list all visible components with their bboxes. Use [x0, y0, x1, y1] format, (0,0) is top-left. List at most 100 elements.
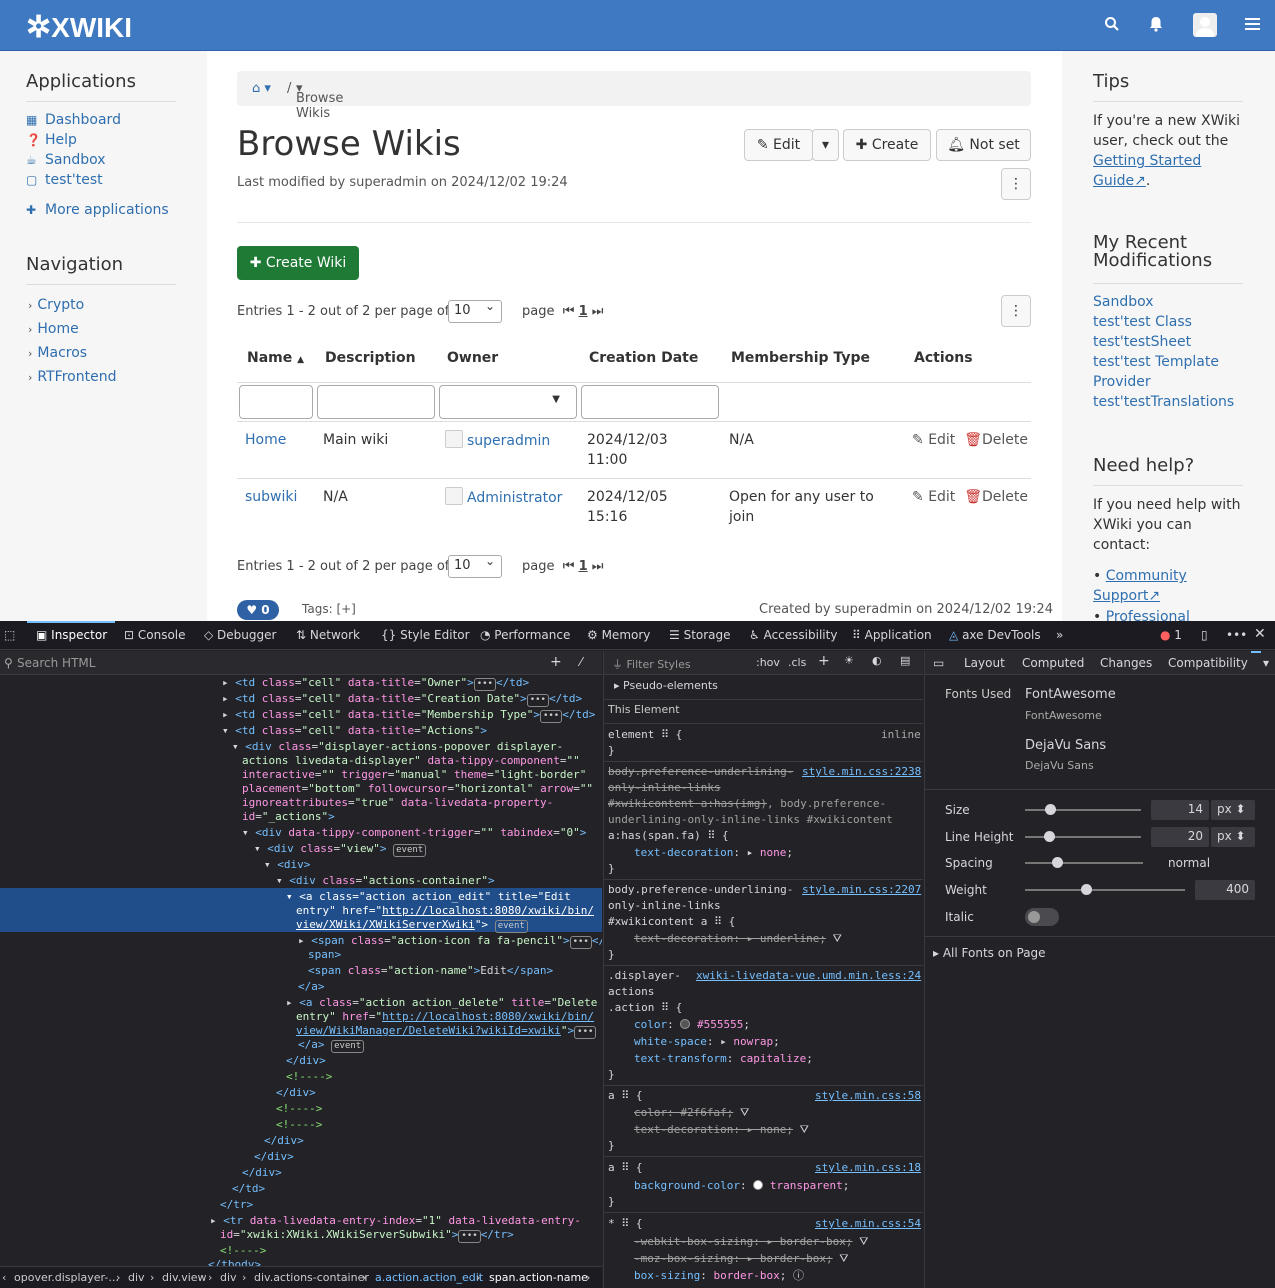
nav-item-crypto[interactable]: › Crypto	[28, 297, 84, 313]
filter-name-input[interactable]	[239, 385, 313, 419]
delete-action[interactable]: 🗑︎Delete	[964, 432, 1028, 448]
hamburger-icon[interactable]	[1245, 16, 1260, 36]
size-input[interactable]: 14	[1151, 800, 1209, 820]
livedata-menu-button[interactable]: ⋮	[1001, 295, 1031, 327]
size-slider-knob[interactable]	[1045, 804, 1056, 815]
edit-button[interactable]: ✎ Edit	[744, 129, 813, 161]
layout-icon[interactable]: ▭	[933, 656, 944, 670]
guide-link[interactable]: Guide↗	[1093, 173, 1146, 189]
weight-input[interactable]: 400	[1195, 880, 1255, 900]
getting-started-link[interactable]: Getting Started	[1093, 153, 1201, 169]
add-node-icon[interactable]: +	[550, 654, 562, 670]
edit-action[interactable]: ✎ Edit	[912, 432, 955, 448]
user-avatar[interactable]	[1193, 13, 1217, 37]
options-icon[interactable]: •••	[1226, 628, 1247, 642]
create-button[interactable]: ✚ Create	[843, 129, 931, 161]
more-applications-link[interactable]: ✚ More applications	[26, 202, 169, 218]
tree-node[interactable]: ▾ <td class="cell" data-title="Actions">	[222, 724, 487, 738]
tree-node[interactable]: ▾ <div>	[264, 858, 310, 872]
per-page-select-top[interactable]: 10	[448, 299, 502, 323]
app-help[interactable]: ❓ Help	[26, 132, 77, 148]
tree-node[interactable]: ▸ <tr data-livedata-entry-index="1" data…	[210, 1214, 581, 1228]
tab-compatibility[interactable]: Compatibility	[1168, 656, 1248, 670]
owner-link[interactable]: Administrator	[467, 490, 562, 506]
add-tag-link[interactable]: [+]	[336, 602, 355, 616]
tree-node[interactable]: ▾ <div data-tippy-component-trigger="" t…	[242, 826, 586, 840]
first-page-icon[interactable]: ⏮︎	[563, 559, 575, 574]
rule[interactable]: a ⠿ {	[608, 1160, 643, 1176]
cls-toggle[interactable]: .cls	[788, 656, 806, 669]
rule-element[interactable]: element ⠿ {	[608, 727, 682, 743]
col-membership-type[interactable]: Membership Type	[731, 350, 870, 366]
bell-icon[interactable]	[1148, 16, 1164, 37]
line-height-slider[interactable]	[1025, 836, 1141, 838]
create-wiki-button[interactable]: ✚ Create Wiki	[237, 246, 359, 280]
hov-toggle[interactable]: :hov	[756, 656, 780, 669]
tab-network[interactable]: ⇅ Network	[296, 628, 360, 642]
recent-link[interactable]: Sandbox	[1093, 294, 1154, 310]
tab-computed[interactable]: Computed	[1022, 656, 1084, 670]
size-slider[interactable]	[1025, 809, 1141, 811]
recent-link[interactable]: test'testSheet	[1093, 334, 1191, 350]
search-icon[interactable]	[1104, 16, 1120, 37]
tree-node[interactable]: ▸ <a class="action action_delete" title=…	[286, 996, 597, 1010]
print-icon[interactable]: ▤	[900, 654, 910, 667]
crumb-item[interactable]: span.action-name	[489, 1271, 588, 1284]
tab-changes[interactable]: Changes	[1100, 656, 1152, 670]
line-height-knob[interactable]	[1044, 831, 1055, 842]
tree-node[interactable]: ▸ <td class="cell" data-title="Creation …	[222, 692, 582, 707]
app-sandbox[interactable]: ☕ Sandbox	[26, 152, 106, 168]
wiki-link-subwiki[interactable]: subwiki	[245, 489, 297, 505]
like-button[interactable]: ♥ 0	[237, 600, 279, 620]
tab-inspector[interactable]: ▣ Inspector	[36, 628, 107, 642]
recent-link[interactable]: Provider	[1093, 374, 1151, 390]
weight-slider[interactable]	[1025, 889, 1185, 891]
error-badge[interactable]: ● 1	[1160, 628, 1182, 642]
last-page-icon[interactable]: ⏭︎	[592, 304, 604, 319]
tree-node[interactable]: ▸ <span class="action-icon fa fa-pencil"…	[298, 934, 602, 949]
tree-node[interactable]: <span class="action-name">Edit</span>	[308, 964, 553, 978]
edit-dropdown-button[interactable]: ▾	[812, 129, 839, 161]
crumb-item[interactable]: div.actions-container	[254, 1271, 369, 1284]
pseudo-elements-toggle[interactable]: ▸ Pseudo-elements	[614, 678, 718, 694]
breadcrumb-scroll-left[interactable]: ‹	[2, 1271, 6, 1284]
tab-layout[interactable]: Layout	[964, 656, 1005, 670]
recent-link[interactable]: test'testTranslations	[1093, 394, 1234, 410]
owner-link[interactable]: superadmin	[467, 433, 550, 449]
breadcrumb-scroll-right[interactable]: ›	[586, 1271, 590, 1284]
crumb-item[interactable]: div	[128, 1271, 145, 1284]
tab-axe-devtools[interactable]: ◬ axe DevTools	[949, 628, 1041, 642]
crumb-item[interactable]: a.action.action_edit	[375, 1271, 483, 1284]
rule[interactable]: * ⠿ {	[608, 1216, 643, 1232]
col-description[interactable]: Description	[325, 350, 416, 366]
tab-memory[interactable]: ⚙ Memory	[587, 628, 650, 642]
nav-item-macros[interactable]: › Macros	[28, 345, 87, 361]
tree-node[interactable]: ▾ <div class="view"> event	[254, 842, 427, 857]
tab-console[interactable]: ⊡ Console	[124, 628, 186, 642]
per-page-select-bottom[interactable]: 10	[448, 554, 502, 578]
tab-storage[interactable]: ☰ Storage	[669, 628, 731, 642]
crumb-item[interactable]: div.view	[162, 1271, 207, 1284]
light-theme-icon[interactable]: ☀	[844, 654, 854, 667]
edit-action[interactable]: ✎ Edit	[912, 489, 955, 505]
eyedropper-icon[interactable]: ⁄	[580, 655, 582, 669]
app-testtest[interactable]: ▢ test'test	[26, 172, 103, 188]
dark-theme-icon[interactable]: ◐	[872, 654, 882, 667]
breadcrumb-current[interactable]: Browse Wikis ▾	[296, 81, 343, 121]
watch-button[interactable]: 🔔︎ Not set	[936, 129, 1031, 161]
delete-action[interactable]: 🗑︎Delete	[964, 489, 1028, 505]
filter-date-input[interactable]	[581, 385, 719, 419]
community-support-link[interactable]: • Community Support↗	[1093, 566, 1187, 606]
spacing-slider[interactable]	[1025, 862, 1143, 864]
tab-performance[interactable]: ◔ Performance	[480, 628, 570, 642]
first-page-icon[interactable]: ⏮︎	[563, 304, 575, 319]
col-name[interactable]: Name ▲	[247, 350, 304, 366]
search-html-input[interactable]: Search HTML	[17, 656, 95, 670]
italic-toggle[interactable]	[1025, 908, 1059, 926]
rule[interactable]: body.preference-underlining-	[608, 764, 793, 780]
tab-accessibility[interactable]: ♿︎ Accessibility	[749, 628, 837, 642]
more-actions-button[interactable]: ⋮	[1001, 168, 1031, 200]
filter-description-input[interactable]	[317, 385, 435, 419]
recent-link[interactable]: test'test Class	[1093, 314, 1192, 330]
xwiki-logo[interactable]: ✲XWIKI	[26, 10, 132, 45]
